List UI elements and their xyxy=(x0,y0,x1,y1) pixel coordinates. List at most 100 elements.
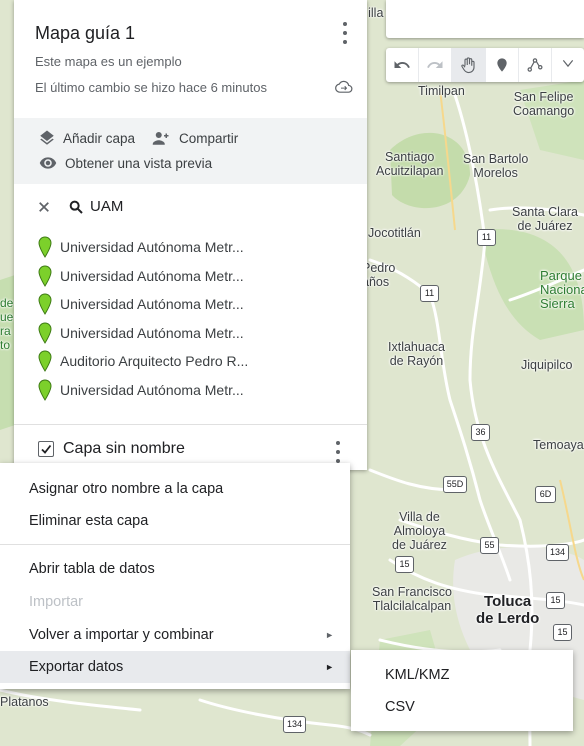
map-label: Santa Clara de Juárez xyxy=(512,205,579,233)
search-result-item[interactable]: Universidad Autónoma Metr... xyxy=(38,262,358,291)
menu-separator xyxy=(0,544,350,545)
submenu-item-csv[interactable]: CSV xyxy=(351,691,573,723)
map-pin-icon xyxy=(38,236,52,259)
route-shield: 55 xyxy=(480,537,499,554)
search-result-label: Universidad Autónoma Metr... xyxy=(60,239,244,256)
route-shield: 134 xyxy=(546,544,569,561)
menu-item-rename-layer[interactable]: Asignar otro nombre a la capa xyxy=(0,473,350,505)
menu-item-open-data-table[interactable]: Abrir tabla de datos xyxy=(0,553,350,585)
undo-icon xyxy=(394,61,410,68)
menu-item-delete-layer[interactable]: Eliminar esta capa xyxy=(0,505,350,537)
search-result-item[interactable]: Universidad Autónoma Metr... xyxy=(38,233,358,262)
ruler-icon xyxy=(562,59,574,68)
route-shield: 134 xyxy=(283,716,306,733)
map-pin-icon xyxy=(38,265,52,287)
map-options-button[interactable] xyxy=(341,22,349,44)
menu-item-label: Volver a importar y combinar xyxy=(29,627,214,643)
map-description[interactable]: Este mapa es un ejemplo xyxy=(35,54,182,69)
measure-button[interactable] xyxy=(552,48,584,82)
map-search-box[interactable] xyxy=(386,0,584,38)
map-label: San Francisco Tlalcilalcalpan xyxy=(372,585,452,613)
search-result-item[interactable]: Universidad Autónoma Metr... xyxy=(38,319,358,348)
search-result-label: Universidad Autónoma Metr... xyxy=(60,296,244,313)
route-shield: 15 xyxy=(553,624,572,641)
more-vert-icon xyxy=(343,22,347,26)
export-submenu: KML/KMZ CSV xyxy=(351,650,573,731)
map-label: Ixtlahuaca de Rayón xyxy=(388,340,445,368)
marker-icon xyxy=(496,58,507,72)
map-pin-icon xyxy=(38,293,52,316)
map-label: Platanos xyxy=(0,695,49,709)
search-result-item[interactable]: Universidad Autónoma Metr... xyxy=(38,376,358,405)
route-shield: 6D xyxy=(535,486,556,503)
map-label: San Felipe Coamango xyxy=(513,90,575,118)
draw-line-button[interactable] xyxy=(519,48,552,82)
close-search-button[interactable] xyxy=(38,201,50,213)
route-shield: 15 xyxy=(395,556,414,573)
undo-button[interactable] xyxy=(386,48,420,82)
checkmark-icon xyxy=(41,444,52,454)
add-marker-button[interactable] xyxy=(486,48,519,82)
share-label: Compartir xyxy=(179,130,239,146)
redo-button[interactable] xyxy=(419,48,453,82)
route-shield: 55D xyxy=(443,476,467,493)
layer-name[interactable]: Capa sin nombre xyxy=(63,440,185,458)
route-shield: 15 xyxy=(546,592,565,609)
map-pin-icon xyxy=(38,322,52,344)
map-legend-panel: Mapa guía 1 Este mapa es un ejemplo El ú… xyxy=(14,0,367,470)
menu-item-reimport-merge[interactable]: Volver a importar y combinar ► xyxy=(0,619,350,651)
layer-row: Capa sin nombre xyxy=(38,440,185,458)
menu-item-export-data[interactable]: Exportar datos ► xyxy=(0,651,350,683)
map-label: San Bartolo Morelos xyxy=(463,152,529,180)
redo-icon xyxy=(427,61,443,68)
map-label-city: Toluca de Lerdo xyxy=(476,593,540,627)
select-hand-button[interactable] xyxy=(452,48,486,82)
add-layer-label: Añadir capa xyxy=(63,130,136,146)
layer-visibility-checkbox[interactable] xyxy=(38,441,54,457)
search-result-label: Auditorio Arquitecto Pedro R... xyxy=(60,353,249,370)
map-label: Jocotitlán xyxy=(368,226,421,240)
panel-actions: Añadir capa Compartir Obtener una vista … xyxy=(14,118,367,184)
more-vert-icon xyxy=(343,31,347,35)
map-label: Villa de Almoloya de Juárez xyxy=(392,510,447,552)
search-result-label: Universidad Autónoma Metr... xyxy=(60,324,244,341)
map-label: Pedro años xyxy=(362,261,396,289)
share-button[interactable]: Compartir xyxy=(150,129,238,147)
more-vert-icon xyxy=(336,450,340,454)
map-title[interactable]: Mapa guía 1 xyxy=(35,23,135,44)
map-label: Santiago Acuitzilapan xyxy=(376,150,444,178)
layer-options-menu: Asignar otro nombre a la capa Eliminar e… xyxy=(0,463,350,689)
more-vert-icon xyxy=(336,441,340,445)
search-results-header: UAM xyxy=(38,198,123,215)
panel-divider xyxy=(14,424,367,425)
preview-button[interactable]: Obtener una vista previa xyxy=(38,154,212,172)
search-result-label: Universidad Autónoma Metr... xyxy=(60,267,244,284)
submenu-item-kml-kmz[interactable]: KML/KMZ xyxy=(351,659,573,691)
draw-line-icon xyxy=(527,58,543,72)
search-result-item[interactable]: Auditorio Arquitecto Pedro R... xyxy=(38,347,358,376)
search-query[interactable]: UAM xyxy=(90,198,123,215)
eye-icon xyxy=(38,154,58,172)
last-change-status: El último cambio se hizo hace 6 minutos xyxy=(35,80,267,95)
search-results-list: Universidad Autónoma Metr... Universidad… xyxy=(38,233,358,404)
route-shield: 11 xyxy=(420,285,439,302)
layer-options-button[interactable] xyxy=(334,441,342,463)
close-icon xyxy=(39,201,49,212)
map-toolbar xyxy=(386,48,584,82)
layers-icon xyxy=(38,129,56,147)
map-label-park: Parque Nacional Sierra xyxy=(540,268,584,311)
search-icon xyxy=(68,199,84,215)
search-result-label: Universidad Autónoma Metr... xyxy=(60,381,244,398)
map-pin-icon xyxy=(38,350,52,373)
map-label: de ue ra to xyxy=(0,296,14,352)
search-result-item[interactable]: Universidad Autónoma Metr... xyxy=(38,290,358,319)
hand-icon xyxy=(461,57,475,74)
add-layer-button[interactable]: Añadir capa xyxy=(38,129,135,147)
person-add-icon xyxy=(150,129,172,147)
cloud-sync-icon xyxy=(335,80,353,93)
route-shield: 36 xyxy=(471,424,490,441)
map-label: Temoaya xyxy=(533,438,584,452)
map-label: Timilpan xyxy=(418,84,465,98)
menu-item-import: Importar xyxy=(29,594,83,610)
more-vert-icon xyxy=(343,40,347,44)
